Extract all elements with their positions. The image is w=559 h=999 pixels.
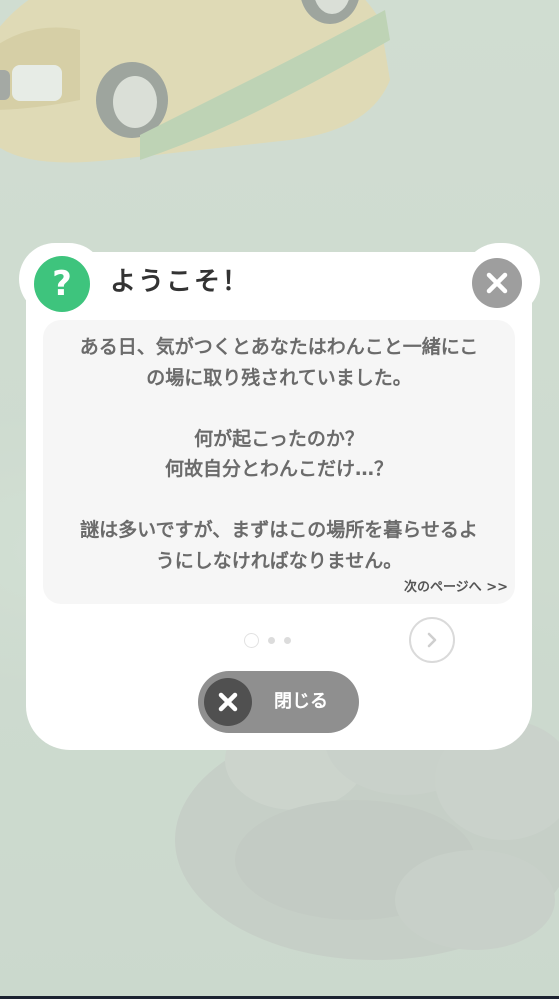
dialog-message: ある日、気がつくとあなたはわんこと一緒にこ の場に取り残されていました。 何が起…	[79, 336, 479, 572]
close-button[interactable]: 閉じる	[198, 671, 359, 733]
close-button-label: 閉じる	[274, 691, 328, 712]
close-icon	[218, 692, 238, 712]
page-dot-2[interactable]	[268, 636, 275, 644]
next-page-button[interactable]	[409, 617, 455, 663]
help-icon-glyph: ?	[52, 264, 72, 304]
next-page-link[interactable]: 次のページへ >>	[404, 576, 508, 595]
help-icon: ?	[34, 256, 90, 312]
close-icon-button[interactable]	[472, 258, 522, 308]
close-icon	[486, 272, 508, 294]
dialog-title: ようこそ！	[110, 267, 251, 297]
close-button-icon	[204, 678, 252, 726]
page-dot-3[interactable]	[284, 636, 291, 644]
page-dot-1-active[interactable]	[244, 632, 259, 648]
page-indicator	[244, 631, 291, 649]
chevron-right-icon	[427, 632, 437, 648]
